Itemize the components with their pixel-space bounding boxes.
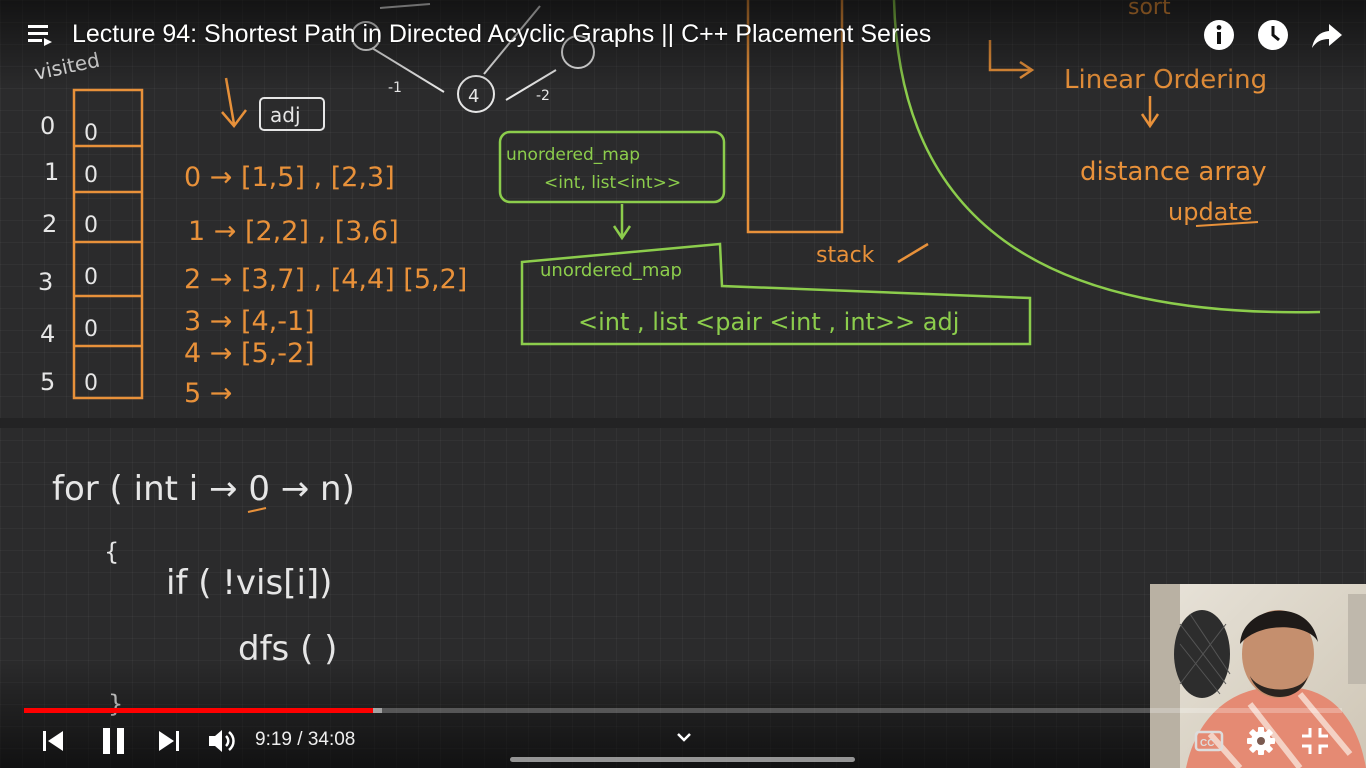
board-divider — [0, 418, 1366, 428]
video-title-bar: Lecture 94: Shortest Path in Directed Ac… — [0, 0, 1366, 72]
time-display: 9:19 / 34:08 — [255, 729, 355, 751]
adj-list-row: 5 → — [184, 378, 232, 409]
index-label: 3 — [38, 268, 53, 296]
svg-text:CC: CC — [1200, 738, 1214, 749]
visited-value: 0 — [84, 163, 98, 188]
code-line-for: for ( int i → 0 → n) — [52, 469, 355, 509]
current-time: 9:19 — [255, 729, 292, 750]
stack-tick — [897, 242, 929, 264]
map-big-line2: <int , list <pair <int , int>> adj — [578, 308, 959, 336]
index-label: 1 — [44, 158, 59, 186]
adj-label: adj — [270, 103, 301, 127]
code-line-if: if ( !vis[i]) — [166, 563, 332, 603]
adj-list-row: 4 → [5,-2] — [184, 338, 315, 369]
visited-value: 0 — [84, 371, 98, 396]
captions-icon[interactable]: CC — [1194, 728, 1224, 754]
down-arrow-icon — [1140, 96, 1160, 129]
gear-icon[interactable] — [1246, 726, 1276, 756]
clock-icon[interactable] — [1256, 18, 1290, 52]
played-bar — [24, 708, 373, 713]
visited-value: 0 — [84, 213, 98, 238]
map-small-line1: unordered_map — [506, 145, 640, 165]
drag-handle[interactable] — [510, 757, 855, 762]
map-big-line1: unordered_map — [540, 260, 682, 281]
index-label: 5 — [40, 368, 55, 396]
index-label: 2 — [42, 210, 57, 238]
graph-edge-weight: -2 — [536, 88, 550, 104]
volume-icon[interactable] — [206, 726, 238, 756]
visited-value: 0 — [84, 265, 98, 290]
map-small-line2: <int, list<int>> — [544, 173, 681, 193]
adj-list-row: 3 → [4,-1] — [184, 306, 315, 337]
info-icon[interactable] — [1202, 18, 1236, 52]
index-label: 0 — [40, 112, 55, 140]
stack-label: stack — [816, 243, 875, 268]
duration: 34:08 — [307, 729, 356, 750]
video-title[interactable]: Lecture 94: Shortest Path in Directed Ac… — [72, 20, 931, 49]
skip-previous-icon[interactable] — [40, 728, 66, 754]
adj-list-row: 2 → [3,7] , [4,4] [5,2] — [184, 264, 467, 295]
update-label: update — [1168, 198, 1253, 226]
adj-list-row: 1 → [2,2] , [3,6] — [188, 216, 399, 247]
adj-list-row: 0 → [1,5] , [2,3] — [184, 162, 395, 193]
chevron-down-icon[interactable] — [672, 726, 696, 748]
time-separator: / — [291, 729, 308, 750]
distance-array-label: distance array — [1080, 157, 1267, 187]
pause-icon[interactable] — [100, 726, 128, 756]
code-brace-open: { — [104, 538, 119, 566]
down-arrow-icon — [612, 204, 632, 241]
progress-bar[interactable] — [24, 708, 1342, 713]
index-label: 4 — [40, 320, 55, 348]
playlist-menu-icon[interactable] — [26, 22, 54, 48]
share-arrow-icon[interactable] — [1310, 18, 1344, 52]
skip-next-icon[interactable] — [156, 728, 182, 754]
visited-value: 0 — [84, 317, 98, 342]
exit-fullscreen-icon[interactable] — [1300, 726, 1330, 756]
visited-value: 0 — [84, 121, 98, 146]
